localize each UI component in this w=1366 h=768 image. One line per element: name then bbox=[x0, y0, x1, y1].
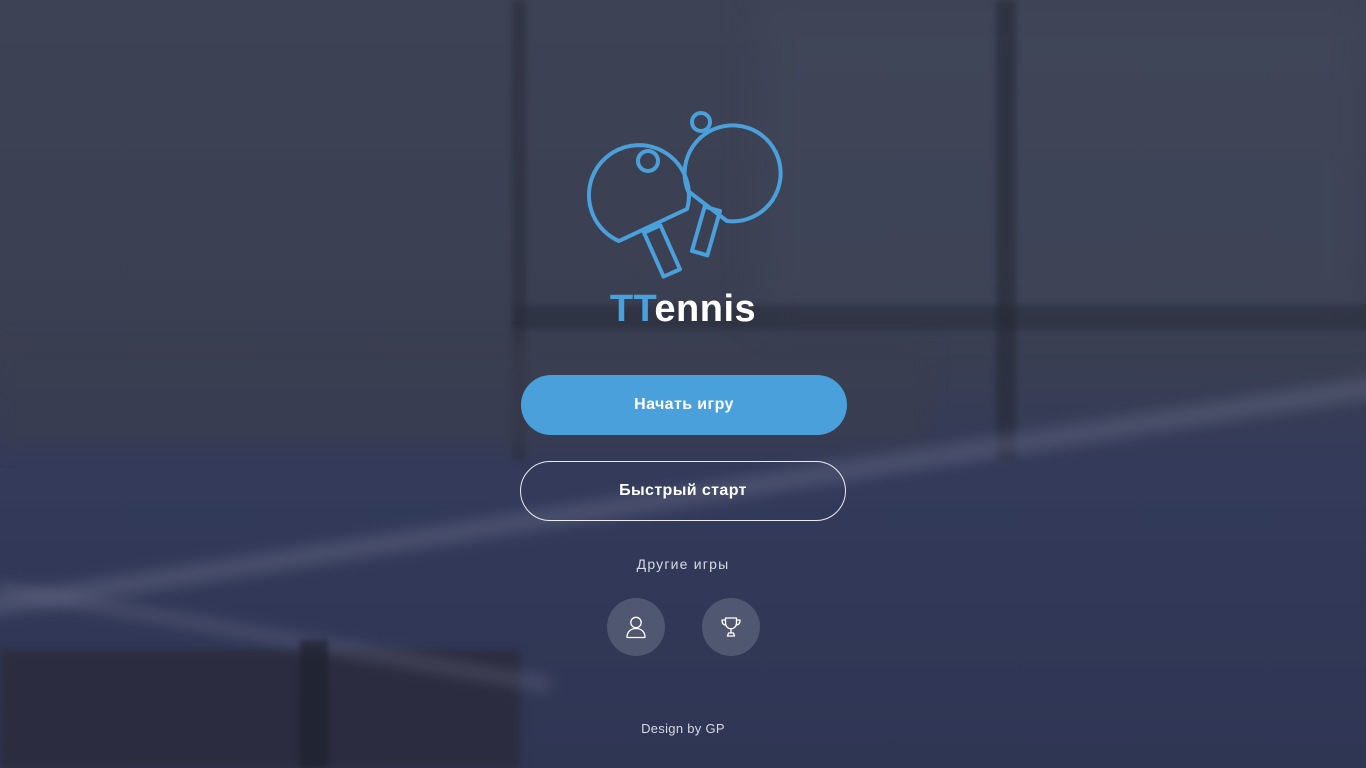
app-title-accent: TT bbox=[609, 288, 655, 330]
trophy-icon bbox=[721, 617, 741, 637]
background-table-leg bbox=[300, 640, 328, 768]
start-game-button[interactable]: Начать игру bbox=[521, 375, 847, 435]
user-icon bbox=[626, 616, 646, 639]
quick-start-button[interactable]: Быстрый старт bbox=[520, 461, 846, 521]
start-game-label: Начать игру bbox=[634, 396, 734, 413]
design-credit: Design by GP bbox=[641, 721, 725, 736]
other-games-label: Другие игры bbox=[636, 556, 730, 572]
ping-pong-paddles-icon bbox=[586, 111, 783, 279]
background-window-light bbox=[760, 0, 1366, 320]
quick-start-label: Быстрый старт bbox=[619, 482, 747, 499]
background-floor bbox=[0, 650, 520, 768]
background-table-edge-left bbox=[0, 580, 552, 693]
leaderboard-button[interactable] bbox=[702, 598, 760, 656]
app-title: TTennis bbox=[0, 285, 1366, 333]
profile-button[interactable] bbox=[607, 598, 665, 656]
app-title-rest: ennis bbox=[654, 288, 757, 330]
start-screen: TTennis Начать игру Быстрый старт Другие… bbox=[0, 0, 1366, 768]
